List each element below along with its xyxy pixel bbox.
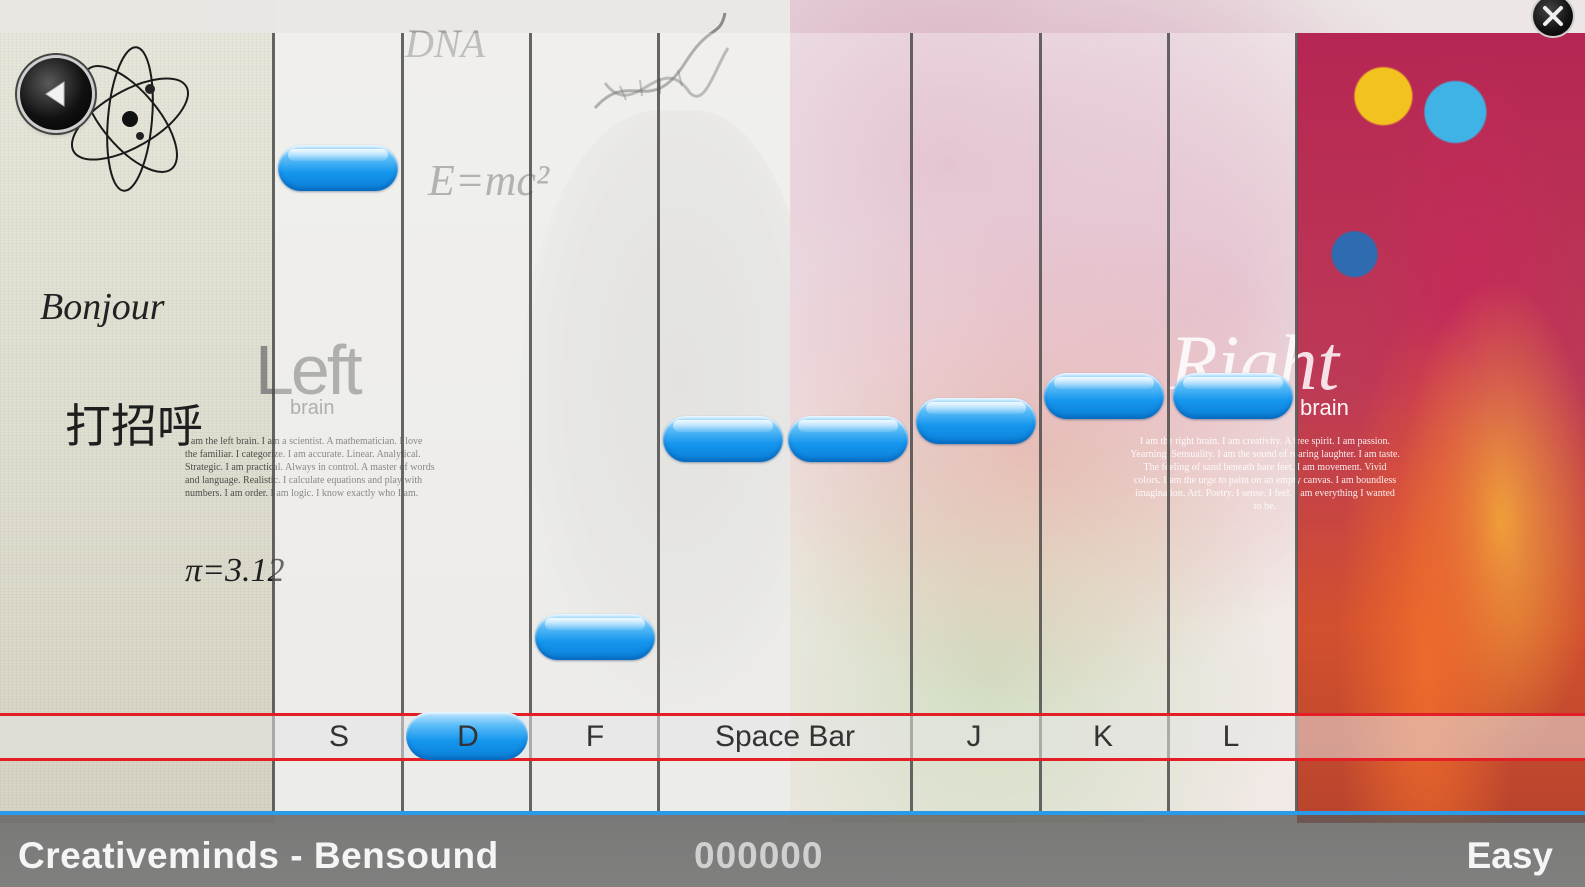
key-s[interactable]: S	[277, 719, 401, 755]
lane-divider	[1295, 33, 1298, 811]
lane-divider	[1167, 33, 1170, 811]
song-title: Creativeminds - Bensound	[18, 835, 499, 876]
difficulty-label: Easy	[1466, 835, 1553, 876]
lane-area	[272, 33, 1298, 811]
key-f[interactable]: F	[533, 719, 657, 755]
lane-divider	[657, 33, 660, 811]
greeting-french: Bonjour	[40, 286, 165, 328]
key-j[interactable]: J	[912, 719, 1036, 755]
note-lane-space	[663, 416, 783, 462]
lane-overlay	[274, 33, 1298, 811]
note-lane-j	[916, 398, 1036, 444]
game-screen: DNA E=mc² Bonjour 打招呼 π=3.12 Left brain …	[0, 0, 1585, 887]
lane-divider	[272, 33, 275, 811]
status-bar: Creativeminds - Bensound 000000 Easy	[0, 811, 1585, 887]
right-brain-subtitle: brain	[1300, 395, 1349, 420]
back-arrow-icon	[45, 81, 65, 107]
key-l[interactable]: L	[1169, 719, 1293, 755]
background-far-right-paint	[1297, 33, 1585, 823]
note-lane-l	[1173, 373, 1293, 419]
lane-divider	[1039, 33, 1042, 811]
lane-divider	[529, 33, 532, 811]
note-lane-k	[1044, 373, 1164, 419]
note-lane-space	[788, 416, 908, 462]
key-d[interactable]: D	[406, 719, 530, 755]
close-icon	[1543, 6, 1563, 26]
key-k[interactable]: K	[1041, 719, 1165, 755]
pi-formula: π=3.12	[185, 552, 285, 589]
greeting-chinese: 打招呼	[65, 399, 203, 453]
note-lane-s	[278, 145, 398, 191]
note-lane-f	[535, 614, 655, 660]
lane-divider	[910, 33, 913, 811]
score-counter: 000000	[694, 835, 824, 876]
back-button[interactable]	[20, 58, 92, 130]
lane-divider	[401, 33, 404, 811]
key-space-bar[interactable]: Space Bar	[660, 719, 910, 755]
